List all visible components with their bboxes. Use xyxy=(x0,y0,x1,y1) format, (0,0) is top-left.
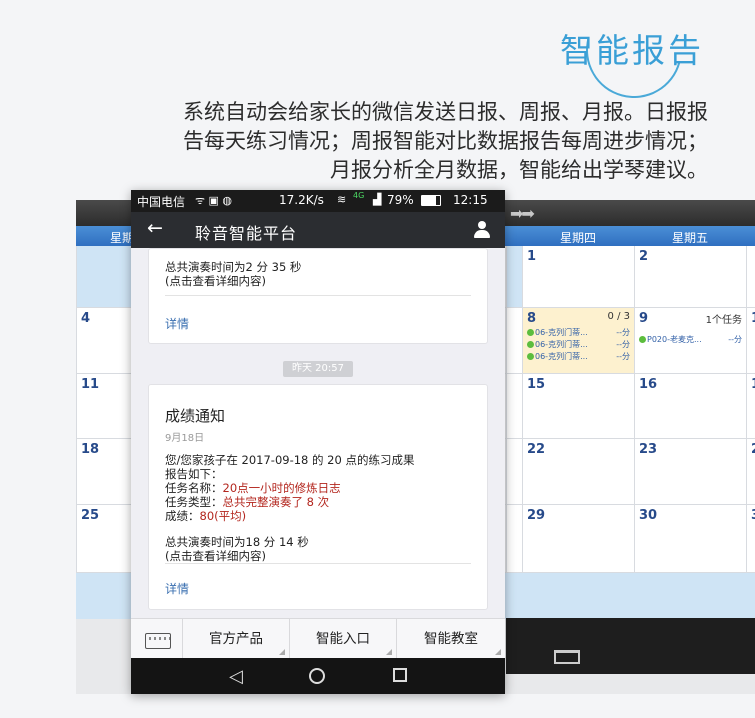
calendar-day[interactable]: 1 xyxy=(746,308,755,373)
calendar-day[interactable]: 3 xyxy=(746,505,755,572)
score-line: 成绩：80(平均) xyxy=(165,509,247,523)
recent-apps-icon[interactable] xyxy=(554,650,580,664)
details-link[interactable]: 详情 xyxy=(165,580,189,597)
task-name-line: 任务名称：20点一小时的修炼日志 xyxy=(165,481,341,495)
calendar-day[interactable]: 9 1个任务 P020-老麦克... --分 xyxy=(634,308,746,373)
details-link[interactable]: 详情 xyxy=(165,315,189,332)
calendar-day[interactable]: 1 xyxy=(522,246,634,307)
tablet-nav-bar xyxy=(506,618,755,674)
card-body: 总共演奏时间为2 分 35 秒 (点击查看详细内容) xyxy=(165,260,301,288)
nav-home-icon[interactable] xyxy=(309,668,325,684)
calendar-day[interactable]: 18 xyxy=(76,439,131,504)
calendar-day[interactable]: 23 xyxy=(634,439,746,504)
battery-icon xyxy=(421,195,441,206)
day-number: 9 xyxy=(639,311,649,326)
menu-item-entry[interactable]: 智能入口 xyxy=(290,619,397,659)
calendar-day[interactable]: 29 xyxy=(522,505,634,572)
phone-screen: 中国电信 ᯤ ▣ ◍ 17.2K/s ≋ 4G ▟ 79% 12:15 ← 聆音… xyxy=(131,190,505,694)
menu-item-products[interactable]: 官方产品 xyxy=(183,619,290,659)
calendar-event[interactable]: 06-克列门蒂... --分 xyxy=(527,351,630,362)
network-type: 4G xyxy=(353,191,365,200)
nav-back-icon[interactable]: ◁ xyxy=(229,666,243,687)
android-nav-bar: ◁ xyxy=(131,658,505,694)
calendar-day[interactable]: 30 xyxy=(634,505,746,572)
user-profile-icon[interactable] xyxy=(473,221,491,239)
calendar-day[interactable] xyxy=(506,374,522,438)
card-body: 成绩通知 9月18日 您/您家孩子在 2017-09-18 的 20 点的练习成… xyxy=(165,405,414,563)
calendar-day[interactable]: 1 xyxy=(746,374,755,438)
description-line: 系统自动会给家长的微信发送日报、周报、月报。日报报 xyxy=(183,100,708,124)
calendar-day[interactable] xyxy=(506,505,522,572)
message-text: 总共演奏时间为18 分 14 秒 xyxy=(165,535,309,549)
task-count: 0 / 3 xyxy=(607,311,630,322)
signal-icon: ▟ xyxy=(373,193,382,206)
calendar-day[interactable]: 16 xyxy=(634,374,746,438)
divider xyxy=(165,563,471,564)
keyboard-icon[interactable] xyxy=(131,619,183,659)
message-card[interactable]: 总共演奏时间为2 分 35 秒 (点击查看详细内容) 详情 xyxy=(148,248,488,344)
message-card[interactable]: 成绩通知 9月18日 您/您家孩子在 2017-09-18 的 20 点的练习成… xyxy=(148,384,488,610)
net-speed: 17.2K/s xyxy=(279,193,324,207)
description-line: 告每天练习情况；周报智能对比数据报告每周进步情况； xyxy=(183,129,708,153)
section-title: 智能报告 xyxy=(560,31,704,70)
section-description: 系统自动会给家长的微信发送日报、周报、月报。日报报 告每天练习情况；周报智能对比… xyxy=(96,98,708,185)
calendar-day-today[interactable]: 8 0 / 3 06-克列门蒂... --分 06-克列门蒂... --分 06-克… xyxy=(522,308,634,373)
next-arrows-icon[interactable]: ➡➡ xyxy=(510,204,535,223)
back-arrow-icon[interactable]: ← xyxy=(147,217,163,239)
app-bar: ← 聆音智能平台 xyxy=(131,212,505,248)
calendar-day[interactable] xyxy=(506,439,522,504)
calendar-day[interactable] xyxy=(746,246,755,307)
calendar-day[interactable]: 25 xyxy=(76,505,131,572)
calendar-day[interactable] xyxy=(76,246,131,307)
task-type-line: 任务类型：总共完整演奏了 8 次 xyxy=(165,495,330,509)
message-text: (点击查看详细内容) xyxy=(165,274,266,288)
calendar-day[interactable]: 15 xyxy=(522,374,634,438)
card-date: 9月18日 xyxy=(165,433,205,444)
calendar-day[interactable]: 11 xyxy=(76,374,131,438)
day-number: 8 xyxy=(527,311,537,326)
message-text: 报告如下： xyxy=(165,467,223,481)
calendar-event[interactable]: 06-克列门蒂... --分 xyxy=(527,339,630,350)
nav-recent-icon[interactable] xyxy=(393,668,407,682)
calendar-day[interactable]: 4 xyxy=(76,308,131,373)
message-text: (点击查看详细内容) xyxy=(165,549,266,563)
status-bar: 中国电信 ᯤ ▣ ◍ 17.2K/s ≋ 4G ▟ 79% 12:15 xyxy=(131,190,505,212)
bottom-menu: 官方产品 智能入口 智能教室 xyxy=(131,618,505,659)
weekday-label: 星期四 xyxy=(560,231,597,245)
message-text: 您/您家孩子在 2017-09-18 的 20 点的练习成果 xyxy=(165,453,415,467)
calendar-event[interactable]: P020-老麦克... --分 xyxy=(639,334,742,345)
status-icons: ᯤ ▣ ◍ xyxy=(195,194,233,207)
calendar-event[interactable]: 06-克列门蒂... --分 xyxy=(527,327,630,338)
card-title: 成绩通知 xyxy=(165,407,226,425)
task-count: 1个任务 xyxy=(705,315,742,326)
menu-item-classroom[interactable]: 智能教室 xyxy=(397,619,505,659)
description-line: 月报分析全月数据，智能给出学琴建议。 xyxy=(330,158,708,182)
weekday-label: 星期五 xyxy=(672,231,709,245)
calendar-day[interactable] xyxy=(506,308,522,373)
clock: 12:15 xyxy=(453,193,488,207)
message-text: 总共演奏时间为2 分 35 秒 xyxy=(165,260,302,274)
calendar-day[interactable] xyxy=(506,246,522,307)
carrier-label: 中国电信 xyxy=(137,195,186,209)
divider xyxy=(165,295,471,296)
app-title: 聆音智能平台 xyxy=(195,224,298,243)
calendar-day[interactable]: 2 xyxy=(746,439,755,504)
calendar-day[interactable]: 22 xyxy=(522,439,634,504)
calendar-day[interactable]: 2 xyxy=(634,246,746,307)
wifi-icon: ≋ xyxy=(337,193,347,206)
message-timestamp: 昨天 20:57 xyxy=(283,361,353,377)
battery-percent: 79% xyxy=(387,193,414,207)
